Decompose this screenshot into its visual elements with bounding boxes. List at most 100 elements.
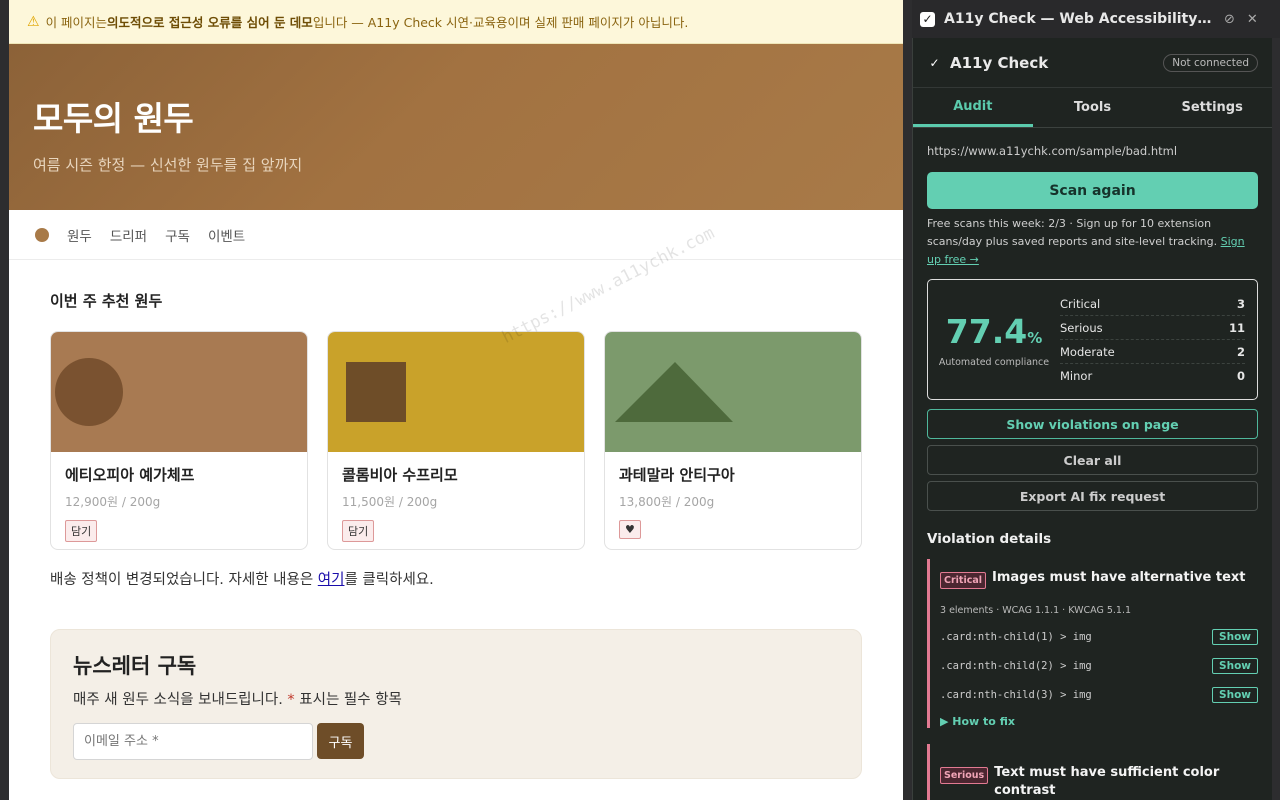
newsletter-box: 뉴스레터 구독 매주 새 원두 소식을 보내드립니다. * 표시는 필수 항목 …: [50, 629, 862, 779]
compliance-score-unit: %: [1027, 328, 1043, 347]
scanned-url: https://www.a11ychk.com/sample/bad.html: [927, 144, 1178, 158]
brand-name: A11y Check: [950, 53, 1049, 72]
product-cards: 에티오피아 예가체프 12,900원 / 200g 담기 콜롬비아 수프리모 1…: [50, 331, 903, 550]
product-card: 에티오피아 예가체프 12,900원 / 200g 담기: [50, 331, 308, 550]
product-image: [51, 332, 307, 452]
severity-row-moderate: Moderate 2: [1060, 340, 1245, 364]
site-subtitle: 여름 시즌 한정 — 신선한 원두를 집 앞까지: [33, 156, 303, 174]
free-scan-text: Free scans this week: 2/3 · Sign up for …: [927, 217, 1218, 248]
product-image: [328, 332, 584, 452]
show-element-button[interactable]: Show: [1212, 658, 1258, 674]
close-icon[interactable]: ✕: [1247, 12, 1258, 27]
severity-row-serious: Serious 11: [1060, 316, 1245, 340]
email-field[interactable]: [73, 723, 313, 760]
css-selector: .card:nth-child(3) > img: [940, 689, 1092, 701]
product-price: 11,500원 / 200g: [342, 495, 438, 509]
newsletter-sub-pre: 매주 새 원두 소식을 보내드립니다.: [73, 692, 288, 708]
compliance-label: Automated compliance: [938, 356, 1050, 368]
severity-count: 3: [1236, 296, 1245, 311]
circle-shape-icon: [55, 358, 123, 426]
checkmark-logo-icon: ✓: [920, 11, 935, 27]
violation-title: Text must have sufficient color contrast: [994, 765, 1220, 798]
connection-status-badge: Not connected: [1163, 53, 1258, 72]
product-image: [605, 332, 861, 452]
extension-panel: ✓ A11y Check Not connected Audit Tools S…: [912, 38, 1272, 800]
product-price: 12,900원 / 200g: [65, 495, 161, 509]
severity-row-critical: Critical 3: [1060, 292, 1245, 316]
css-selector: .card:nth-child(1) > img: [940, 631, 1092, 643]
square-shape-icon: [346, 362, 406, 422]
severity-badge: Serious: [940, 767, 989, 784]
product-card: 과테말라 안티구아 13,800원 / 200g ♥: [604, 331, 862, 550]
shipping-policy-link[interactable]: 여기: [318, 572, 345, 588]
banner-text-post: 입니다 — A11y Check 시연·교육용이며 실제 판매 페이지가 아닙니…: [312, 15, 689, 30]
export-ai-fix-button[interactable]: Export AI fix request: [927, 481, 1258, 511]
panel-header: ✓ A11y Check Not connected: [913, 38, 1272, 88]
clear-all-button[interactable]: Clear all: [927, 445, 1258, 475]
show-violations-button[interactable]: Show violations on page: [927, 409, 1258, 439]
required-marker: *: [287, 692, 295, 708]
add-to-cart-button[interactable]: 담기: [65, 520, 98, 542]
violation-title: Images must have alternative text: [992, 570, 1246, 585]
newsletter-sub-post: 표시는 필수 항목: [294, 692, 402, 708]
product-name: 에티오피아 예가체프: [65, 466, 195, 484]
nav-item-dripper[interactable]: 드리퍼: [110, 225, 147, 245]
banner-text-bold: 의도적으로 접근성 오류를 심어 둔 데모: [107, 15, 313, 30]
violation-meta: 3 elements · WCAG 1.1.1 · KWCAG 5.1.1: [940, 605, 1132, 616]
selector-row: .card:nth-child(2) > img Show: [940, 658, 1258, 674]
severity-label: Moderate: [1060, 344, 1115, 359]
nav-item-subscribe[interactable]: 구독: [165, 225, 190, 245]
site-nav: 원두 드리퍼 구독 이벤트: [9, 210, 903, 260]
severity-row-minor: Minor 0: [1060, 364, 1245, 388]
extension-titlebar: ✓ A11y Check — Web Accessibility Auditor…: [912, 0, 1280, 38]
newsletter-title: 뉴스레터 구독: [73, 654, 197, 678]
how-to-fix-toggle[interactable]: ▶ How to fix: [940, 715, 1258, 728]
unpin-icon[interactable]: ⊘: [1224, 12, 1235, 27]
shipping-notice: 배송 정책이 변경되었습니다. 자세한 내용은 여기를 클릭하세요.: [9, 550, 903, 589]
tab-tools[interactable]: Tools: [1033, 88, 1153, 127]
brand-check-icon: ✓: [927, 55, 942, 70]
triangle-shape-icon: [615, 362, 733, 422]
product-name: 과테말라 안티구아: [619, 466, 735, 484]
severity-label: Minor: [1060, 369, 1093, 383]
severity-count: 11: [1228, 320, 1245, 335]
add-to-cart-button[interactable]: 담기: [342, 520, 375, 542]
show-element-button[interactable]: Show: [1212, 687, 1258, 703]
panel-tabs: Audit Tools Settings: [913, 88, 1272, 128]
violation-item: Critical Images must have alternative te…: [927, 559, 1258, 728]
selector-row: .card:nth-child(3) > img Show: [940, 687, 1258, 703]
compliance-score-value: 77.4: [945, 311, 1028, 351]
hero: 모두의 원두 여름 시즌 한정 — 신선한 원두를 집 앞까지: [9, 44, 903, 210]
severity-count: 2: [1236, 344, 1245, 359]
recommend-section: 이번 주 추천 원두 에티오피아 예가체프 12,900원 / 200g 담기: [9, 260, 903, 550]
show-element-button[interactable]: Show: [1212, 629, 1258, 645]
shipping-text-post: 를 클릭하세요.: [344, 572, 434, 588]
violation-item: Serious Text must have sufficient color …: [927, 744, 1258, 800]
wishlist-heart-button[interactable]: ♥: [619, 520, 641, 539]
extension-window-title: A11y Check — Web Accessibility Auditor: [944, 11, 1212, 27]
severity-count: 0: [1236, 369, 1245, 383]
severity-badge: Critical: [940, 572, 987, 589]
demo-page: ⚠ 이 페이지는 의도적으로 접근성 오류를 심어 둔 데모 입니다 — A11…: [9, 0, 903, 800]
free-scan-note: Free scans this week: 2/3 · Sign up for …: [913, 209, 1272, 269]
product-name: 콜롬비아 수프리모: [342, 466, 458, 484]
severity-counts: Critical 3 Serious 11 Moderate 2 Minor 0: [1060, 280, 1257, 399]
warning-icon: ⚠: [27, 13, 40, 30]
nav-item-beans[interactable]: 원두: [67, 225, 92, 245]
recommend-heading: 이번 주 추천 원두: [50, 292, 163, 310]
product-price: 13,800원 / 200g: [619, 495, 715, 509]
product-card: 콜롬비아 수프리모 11,500원 / 200g 담기: [327, 331, 585, 550]
newsletter-subtitle: 매주 새 원두 소식을 보내드립니다. * 표시는 필수 항목: [73, 688, 839, 709]
subscribe-button[interactable]: 구독: [317, 723, 364, 759]
shipping-text-pre: 배송 정책이 변경되었습니다. 자세한 내용은: [50, 572, 318, 588]
tab-audit[interactable]: Audit: [913, 88, 1033, 127]
logo-dot-icon[interactable]: [35, 227, 49, 242]
severity-label: Serious: [1060, 320, 1103, 335]
severity-label: Critical: [1060, 296, 1101, 311]
violations-heading: Violation details: [927, 531, 1052, 547]
css-selector: .card:nth-child(2) > img: [940, 660, 1092, 672]
demo-warning-banner: ⚠ 이 페이지는 의도적으로 접근성 오류를 심어 둔 데모 입니다 — A11…: [9, 0, 903, 44]
scan-again-button[interactable]: Scan again: [927, 172, 1258, 209]
tab-settings[interactable]: Settings: [1152, 88, 1272, 127]
nav-item-event[interactable]: 이벤트: [208, 225, 245, 245]
